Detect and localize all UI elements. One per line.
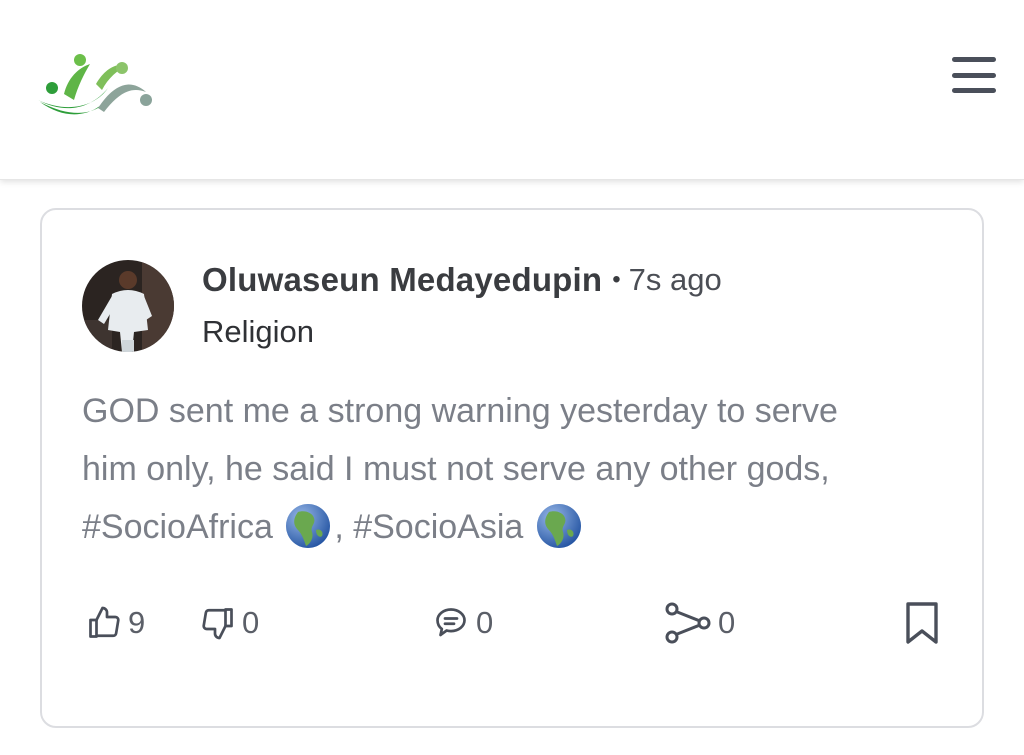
separator-dot: • [612, 266, 621, 293]
share-nodes-icon [665, 602, 711, 644]
dislike-count: 0 [242, 605, 260, 640]
share-button[interactable]: 0 [664, 598, 735, 648]
hamburger-menu-icon[interactable] [948, 54, 1000, 96]
post-body: GOD sent me a strong warning yesterday t… [82, 382, 882, 556]
bookmark-icon [906, 602, 938, 644]
menu-line [952, 88, 996, 93]
app-logo[interactable] [34, 48, 158, 124]
like-count: 9 [128, 605, 146, 640]
post-timestamp: 7s ago [628, 262, 722, 297]
like-button[interactable]: 9 [86, 598, 145, 648]
post-author-line: Oluwaseun Medayedupin • 7s ago [202, 260, 722, 300]
post-category[interactable]: Religion [202, 314, 314, 350]
thumbs-up-icon [89, 606, 120, 638]
comment-bubble-icon [436, 608, 466, 637]
author-name[interactable]: Oluwaseun Medayedupin [202, 261, 602, 299]
share-count: 0 [718, 605, 736, 640]
menu-line [952, 72, 996, 78]
comment-count: 0 [476, 605, 494, 640]
top-navigation-bar [0, 0, 1024, 180]
dislike-button[interactable]: 0 [200, 598, 259, 648]
post-text-part: , #SocioAsia [334, 508, 533, 546]
thumbs-down-icon [202, 608, 233, 640]
globe-earth-icon [286, 504, 331, 549]
menu-line [952, 57, 996, 62]
comment-button[interactable]: 0 [432, 598, 493, 648]
bookmark-button[interactable] [904, 598, 940, 648]
post-card: Oluwaseun Medayedupin • 7s ago Religion … [40, 208, 984, 728]
post-actions-bar: 9 0 0 0 [42, 598, 982, 648]
globe-earth-icon [536, 504, 581, 549]
avatar[interactable] [82, 260, 174, 352]
